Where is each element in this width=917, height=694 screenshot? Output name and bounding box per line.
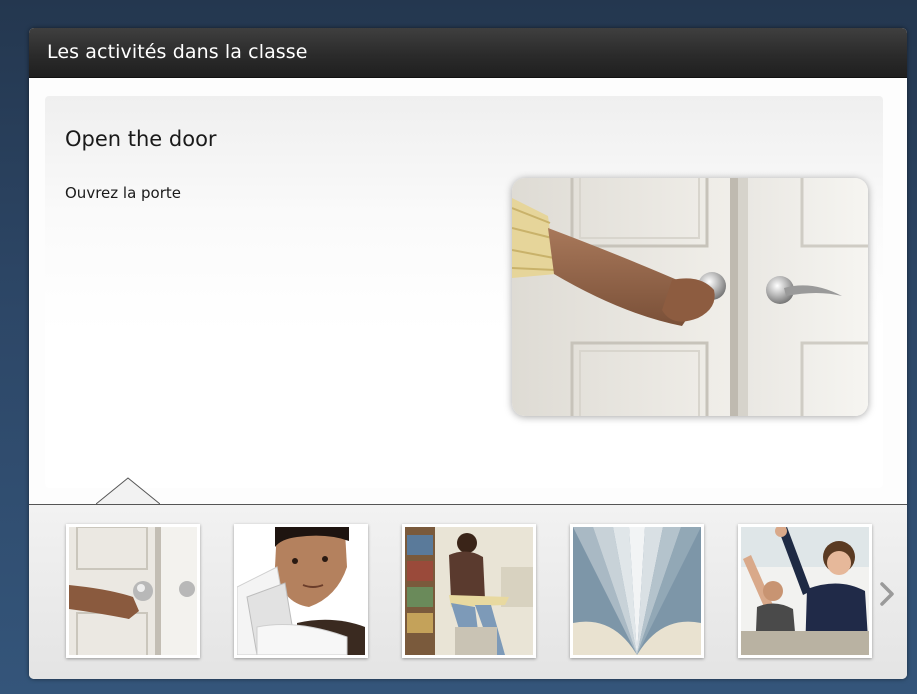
content-card: Open the door Ouvrez la porte — [45, 96, 883, 488]
door-handle-photo — [69, 527, 197, 655]
raised-hands-photo — [741, 527, 869, 655]
door-handle-photo — [512, 178, 868, 416]
activity-widget: Les activités dans la classe Open the do… — [29, 28, 907, 679]
student-papers-photo — [237, 527, 365, 655]
student-reading-photo — [405, 527, 533, 655]
open-book-photo — [573, 527, 701, 655]
thumbnail-strip — [29, 505, 907, 679]
thumbnail-student-papers[interactable] — [234, 524, 368, 658]
title-bar: Les activités dans la classe — [29, 28, 907, 78]
chevron-right-icon[interactable] — [877, 581, 897, 607]
phrase-translation: Ouvrez la porte — [65, 184, 182, 202]
selection-pointer — [96, 477, 160, 505]
thumbnail-open-book[interactable] — [570, 524, 704, 658]
thumbnail-door-handle[interactable] — [66, 524, 200, 658]
phrase-heading: Open the door — [65, 127, 217, 151]
thumbnail-student-reading[interactable] — [402, 524, 536, 658]
thumbnail-raised-hands[interactable] — [738, 524, 872, 658]
widget-title: Les activités dans la classe — [47, 41, 308, 63]
